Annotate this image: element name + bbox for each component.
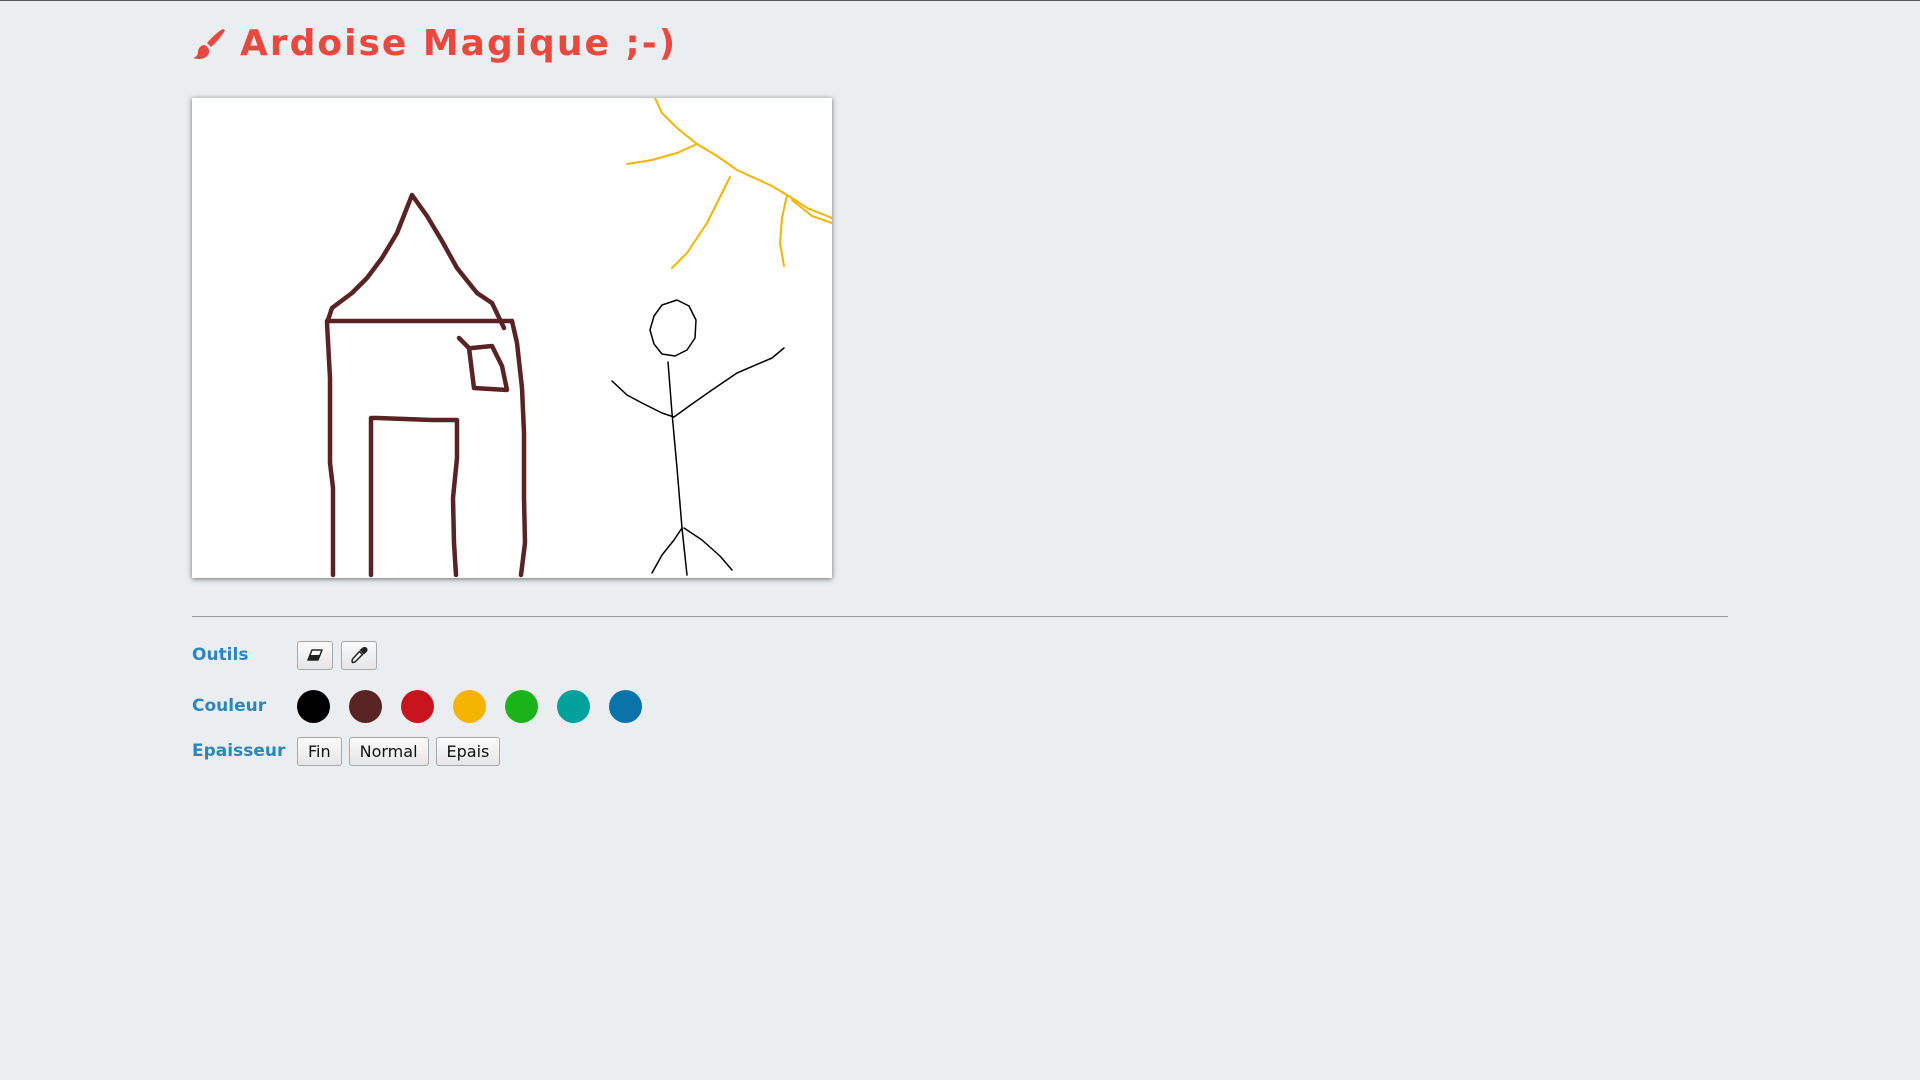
- thickness-normal-button[interactable]: Normal: [348, 736, 429, 766]
- eraser-icon: [307, 649, 323, 661]
- drawing-canvas[interactable]: [192, 98, 832, 578]
- house-drawing: [324, 192, 528, 578]
- canvas-drawing: [324, 98, 832, 578]
- page-header: Ardoise Magique ;-): [192, 22, 677, 66]
- color-swatch-teal[interactable]: [557, 689, 590, 723]
- sun-drawing: [626, 98, 832, 269]
- thickness-label: Epaisseur: [192, 741, 286, 761]
- thickness-row: Epaisseur Fin Normal Epais: [192, 734, 507, 768]
- color-swatch-blue[interactable]: [609, 689, 642, 723]
- eraser-button[interactable]: [297, 640, 333, 670]
- stick-figure-drawing: [611, 299, 785, 576]
- color-swatch-red[interactable]: [401, 689, 434, 723]
- colors-label: Couleur: [192, 696, 267, 716]
- color-swatch-black[interactable]: [297, 689, 330, 723]
- color-swatch-green[interactable]: [505, 689, 538, 723]
- color-swatch-brown[interactable]: [349, 689, 382, 723]
- color-swatch-yellow[interactable]: [453, 689, 486, 723]
- eyedropper-button[interactable]: [341, 640, 377, 670]
- page-title: Ardoise Magique ;-): [240, 23, 678, 64]
- thickness-fine-button[interactable]: Fin: [297, 736, 342, 766]
- colors-row: Couleur: [192, 689, 661, 723]
- tools-label: Outils: [192, 645, 249, 665]
- tools-row: Outils: [192, 638, 385, 672]
- eyedropper-icon: [351, 647, 368, 664]
- thickness-thick-button[interactable]: Epais: [435, 736, 501, 766]
- toolbar-divider: [192, 616, 1728, 617]
- paintbrush-icon: [193, 29, 225, 59]
- top-border: [0, 0, 1920, 1]
